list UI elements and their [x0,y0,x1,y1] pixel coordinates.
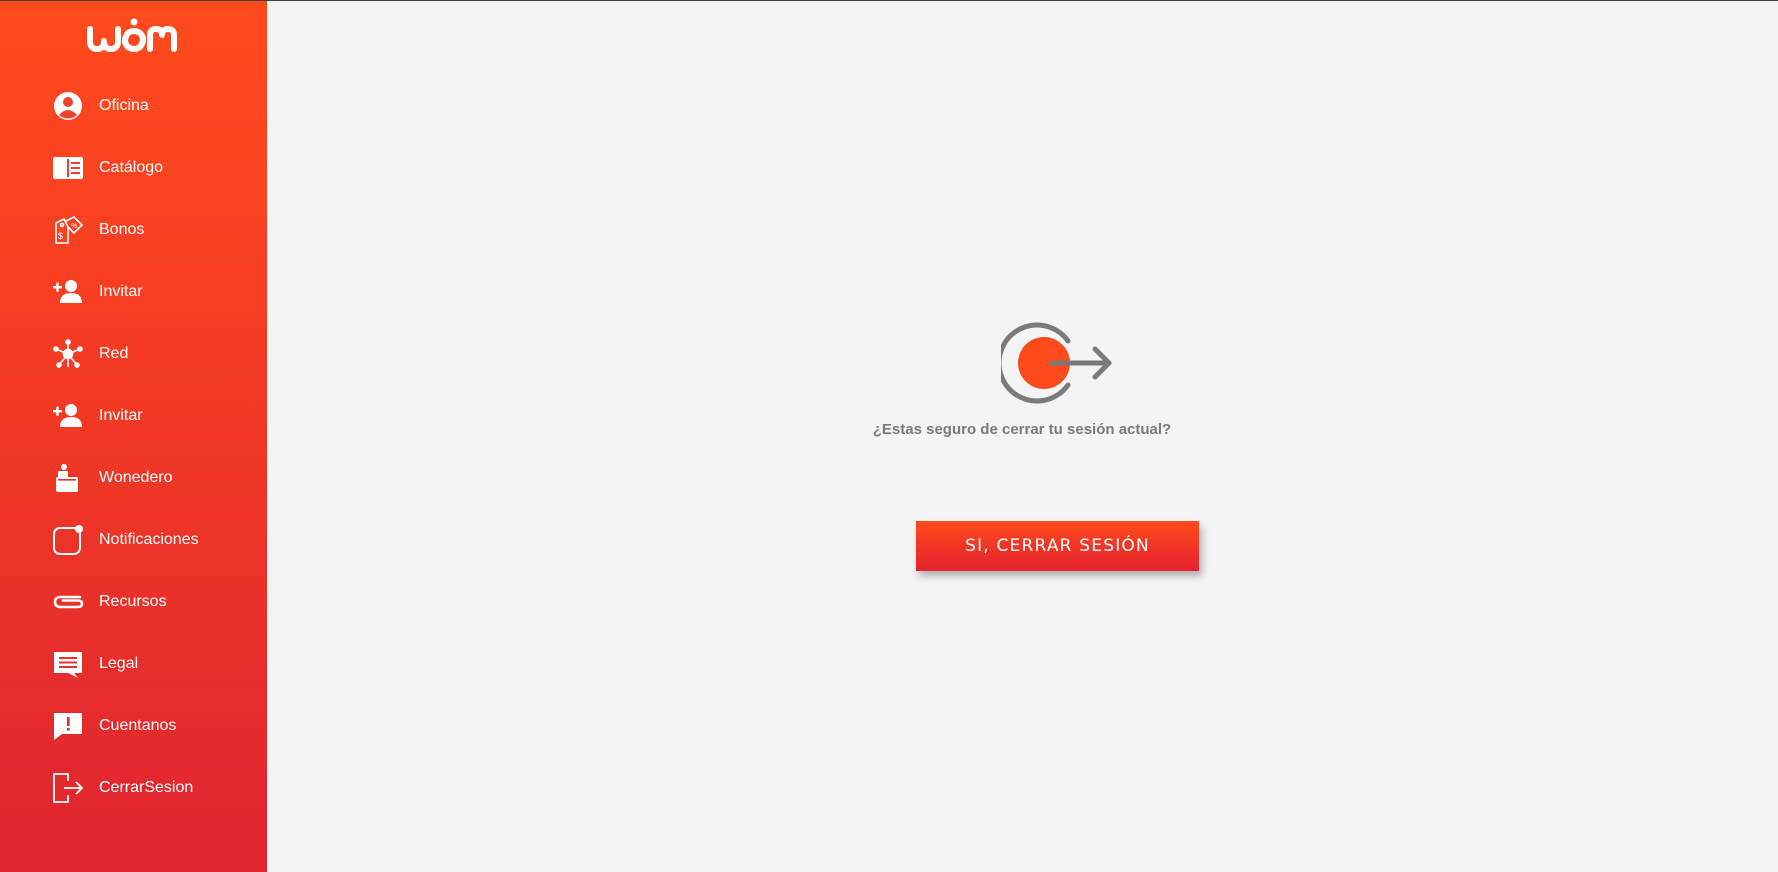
wom-logo [87,18,177,52]
catalog-book-icon [52,153,84,183]
sidebar-item-wonedero[interactable]: Wonedero [0,456,267,500]
sidebar-item-label: Invitar [99,407,143,424]
wallet-icon [52,463,84,493]
sidebar-item-catalogo[interactable]: Catálogo [0,146,267,190]
add-user-icon [52,401,84,431]
sidebar: Oficina Catálogo $% Bonos Invitar Red In… [0,1,267,872]
document-chat-icon [52,649,84,679]
logout-icon [52,773,84,803]
sidebar-item-label: CerrarSesion [99,779,194,796]
feedback-alert-icon [52,711,84,741]
sidebar-item-notificaciones[interactable]: Notificaciones [0,518,267,562]
sidebar-item-label: Catálogo [99,159,164,176]
sidebar-item-label: Notificaciones [99,531,199,548]
sidebar-item-label: Recursos [99,593,167,610]
sidebar-item-label: Legal [99,655,139,672]
main-content: ¿Estas seguro de cerrar tu sesión actual… [267,1,1778,872]
paperclip-icon [52,587,84,617]
sidebar-item-invitar-2[interactable]: Invitar [0,394,267,438]
svg-text:%: % [71,223,77,230]
user-circle-icon [52,91,84,121]
logout-power-icon [1001,322,1112,404]
sidebar-item-cuentanos[interactable]: Cuentanos [0,704,267,748]
sidebar-item-red[interactable]: Red [0,332,267,376]
sidebar-item-bonos[interactable]: $% Bonos [0,208,267,252]
sidebar-item-legal[interactable]: Legal [0,642,267,686]
sidebar-item-label: Red [99,345,129,362]
confirm-logout-button[interactable]: SI, CERRAR SESIÓN [916,521,1199,571]
sidebar-item-invitar[interactable]: Invitar [0,270,267,314]
sidebar-item-cerrarsesion[interactable]: CerrarSesion [0,766,267,810]
add-user-icon [52,277,84,307]
notification-icon [52,525,84,555]
network-icon [52,339,84,369]
sidebar-item-label: Invitar [99,283,143,300]
sidebar-item-label: Bonos [99,221,145,238]
logout-question: ¿Estas seguro de cerrar tu sesión actual… [872,421,1172,438]
sidebar-item-recursos[interactable]: Recursos [0,580,267,624]
sidebar-item-oficina[interactable]: Oficina [0,84,267,128]
sidebar-item-label: Wonedero [99,469,173,486]
sidebar-item-label: Oficina [99,97,149,114]
bonus-tags-icon: $% [52,215,84,245]
sidebar-item-label: Cuentanos [99,717,177,734]
svg-text:$: $ [58,231,63,241]
